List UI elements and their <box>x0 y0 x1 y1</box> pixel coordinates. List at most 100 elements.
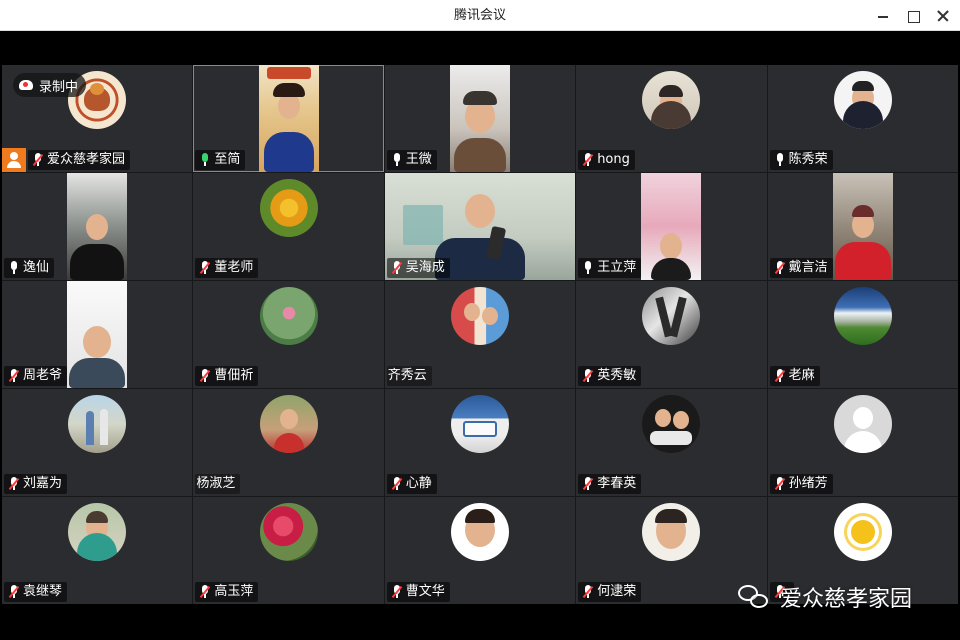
participant-tile[interactable]: 戴言洁 <box>767 173 958 280</box>
participant-tile[interactable]: 王立萍 <box>576 173 767 280</box>
mic-muted-icon[interactable] <box>8 477 20 491</box>
mic-icon[interactable] <box>8 261 20 275</box>
participant-avatar <box>68 395 127 453</box>
mic-icon[interactable] <box>391 153 403 167</box>
mic-muted-icon[interactable] <box>582 369 594 383</box>
participant-tile[interactable]: hong <box>576 65 767 172</box>
participant-tile[interactable]: 刘嘉为 <box>2 389 193 496</box>
participant-avatar <box>642 287 701 345</box>
mic-muted-icon[interactable] <box>582 477 594 491</box>
mic-icon[interactable] <box>774 153 786 167</box>
participant-name-tag: 孙绪芳 <box>769 474 833 494</box>
participant-tile[interactable]: 曹佃祈 <box>193 281 384 388</box>
title-bar: 腾讯会议 <box>0 0 960 31</box>
wechat-watermark: 爱众慈孝家园 <box>736 580 912 614</box>
participant-name-tag: 老麻 <box>769 366 820 386</box>
participant-name-tag: 何逮荣 <box>578 582 642 602</box>
participant-tile[interactable]: 袁继琴 <box>2 497 193 604</box>
participant-avatar <box>642 395 701 453</box>
close-icon[interactable] <box>932 5 954 27</box>
mic-muted-icon[interactable] <box>8 369 20 383</box>
participant-name-tag: 王微 <box>386 150 437 170</box>
participant-name-tag: 周老爷 <box>4 366 68 386</box>
participant-name-tag: 至简 <box>195 150 246 170</box>
participant-name-tag: hong <box>578 150 635 170</box>
participant-name-tag: 吴海成 <box>386 258 450 278</box>
participant-tile[interactable]: 吴海成 <box>384 173 576 280</box>
participant-name-tag: 逸仙 <box>4 258 55 278</box>
recording-label: 录制中 <box>39 79 79 95</box>
participant-name: 刘嘉为 <box>23 476 63 491</box>
participant-avatar <box>259 179 318 237</box>
participant-video <box>641 173 702 280</box>
participant-tile[interactable]: 心静 <box>384 389 576 496</box>
mic-muted-icon[interactable] <box>391 585 403 599</box>
mic-muted-icon[interactable] <box>199 369 211 383</box>
mic-muted-icon[interactable] <box>32 153 44 167</box>
maximize-icon[interactable] <box>902 5 924 27</box>
participant-tile[interactable]: 齐秀云 <box>384 281 576 388</box>
participant-tile[interactable]: 孙绪芳 <box>767 389 958 496</box>
participant-name-tag: 曹佃祈 <box>195 366 259 386</box>
participant-tile[interactable]: 老麻 <box>767 281 958 388</box>
participant-name: 逸仙 <box>23 260 50 275</box>
participant-name-tag: 李春英 <box>578 474 642 494</box>
participant-name: 王微 <box>405 152 432 167</box>
participant-tile[interactable]: 至简 <box>193 65 384 172</box>
default-avatar <box>833 395 892 453</box>
participant-tile[interactable]: 曹文华 <box>384 497 576 604</box>
participant-name: 曹佃祈 <box>214 368 254 383</box>
mic-muted-icon[interactable] <box>582 153 594 167</box>
mic-icon[interactable] <box>582 261 594 275</box>
mic-muted-icon[interactable] <box>199 585 211 599</box>
participant-avatar <box>259 503 318 561</box>
mic-muted-icon[interactable] <box>774 261 786 275</box>
participant-name: hong <box>597 152 630 167</box>
participant-name-tag: 刘嘉为 <box>4 474 68 494</box>
participant-name-tag: 王立萍 <box>578 258 642 278</box>
participant-name: 袁继琴 <box>23 584 63 599</box>
participant-tile[interactable]: 董老师 <box>193 173 384 280</box>
participant-tile[interactable]: 高玉萍 <box>193 497 384 604</box>
participant-tile[interactable]: 周老爷 <box>2 281 193 388</box>
recording-badge[interactable]: 录制中 <box>13 73 87 97</box>
mic-muted-icon[interactable] <box>199 261 211 275</box>
participant-tile[interactable]: 英秀敏 <box>576 281 767 388</box>
mic-muted-icon[interactable] <box>391 477 403 491</box>
participant-name-tag: 杨淑芝 <box>195 474 241 494</box>
wechat-icon <box>736 582 774 612</box>
mic-muted-icon[interactable] <box>391 261 403 275</box>
minimize-icon[interactable] <box>872 5 894 27</box>
host-user-icon <box>2 148 26 172</box>
participant-tile[interactable]: 李春英 <box>576 389 767 496</box>
participant-name: 周老爷 <box>23 368 63 383</box>
top-toolbar-area <box>2 32 958 65</box>
participant-video <box>449 65 510 172</box>
participant-name-tag: 董老师 <box>195 258 259 278</box>
participant-name: 戴言洁 <box>788 260 828 275</box>
participant-grid: 爱众慈孝家园 至简 王微 hong 陈秀荣 逸仙 董老师 吴海成 王立萍 戴言洁… <box>2 65 958 604</box>
participant-name-tag: 心静 <box>386 474 437 494</box>
participant-name: 何逮荣 <box>597 584 637 599</box>
participant-name: 高玉萍 <box>214 584 254 599</box>
participant-tile[interactable]: 王微 <box>384 65 576 172</box>
participant-name: 爱众慈孝家园 <box>47 152 126 167</box>
participant-tile[interactable]: 陈秀荣 <box>767 65 958 172</box>
participant-name: 李春英 <box>597 476 637 491</box>
mic-muted-icon[interactable] <box>8 585 20 599</box>
participant-video <box>258 65 319 172</box>
mic-muted-icon[interactable] <box>582 585 594 599</box>
participant-name: 陈秀荣 <box>788 152 828 167</box>
participant-name: 孙绪芳 <box>788 476 828 491</box>
participant-video <box>67 173 128 280</box>
participant-name: 曹文华 <box>405 584 445 599</box>
participant-tile[interactable]: 杨淑芝 <box>193 389 384 496</box>
mic-muted-icon[interactable] <box>774 369 786 383</box>
participant-name-tag: 袁继琴 <box>4 582 68 602</box>
mic-active-icon[interactable] <box>199 153 211 167</box>
mic-muted-icon[interactable] <box>774 477 786 491</box>
participant-avatar <box>642 503 701 561</box>
participant-avatar <box>450 287 509 345</box>
participant-name-tag: 曹文华 <box>386 582 450 602</box>
participant-tile[interactable]: 逸仙 <box>2 173 193 280</box>
